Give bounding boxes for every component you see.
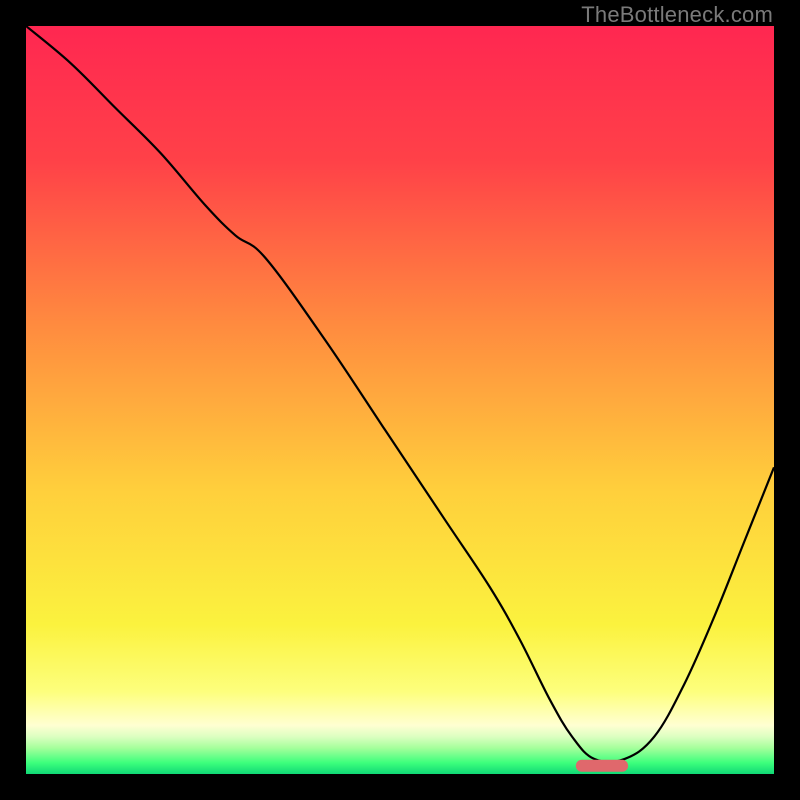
curve-layer [26, 26, 774, 774]
optimal-range-marker [576, 760, 628, 772]
watermark-text: TheBottleneck.com [581, 2, 773, 28]
bottleneck-curve [26, 26, 774, 762]
plot-area [26, 26, 774, 774]
chart-container: TheBottleneck.com [0, 0, 800, 800]
